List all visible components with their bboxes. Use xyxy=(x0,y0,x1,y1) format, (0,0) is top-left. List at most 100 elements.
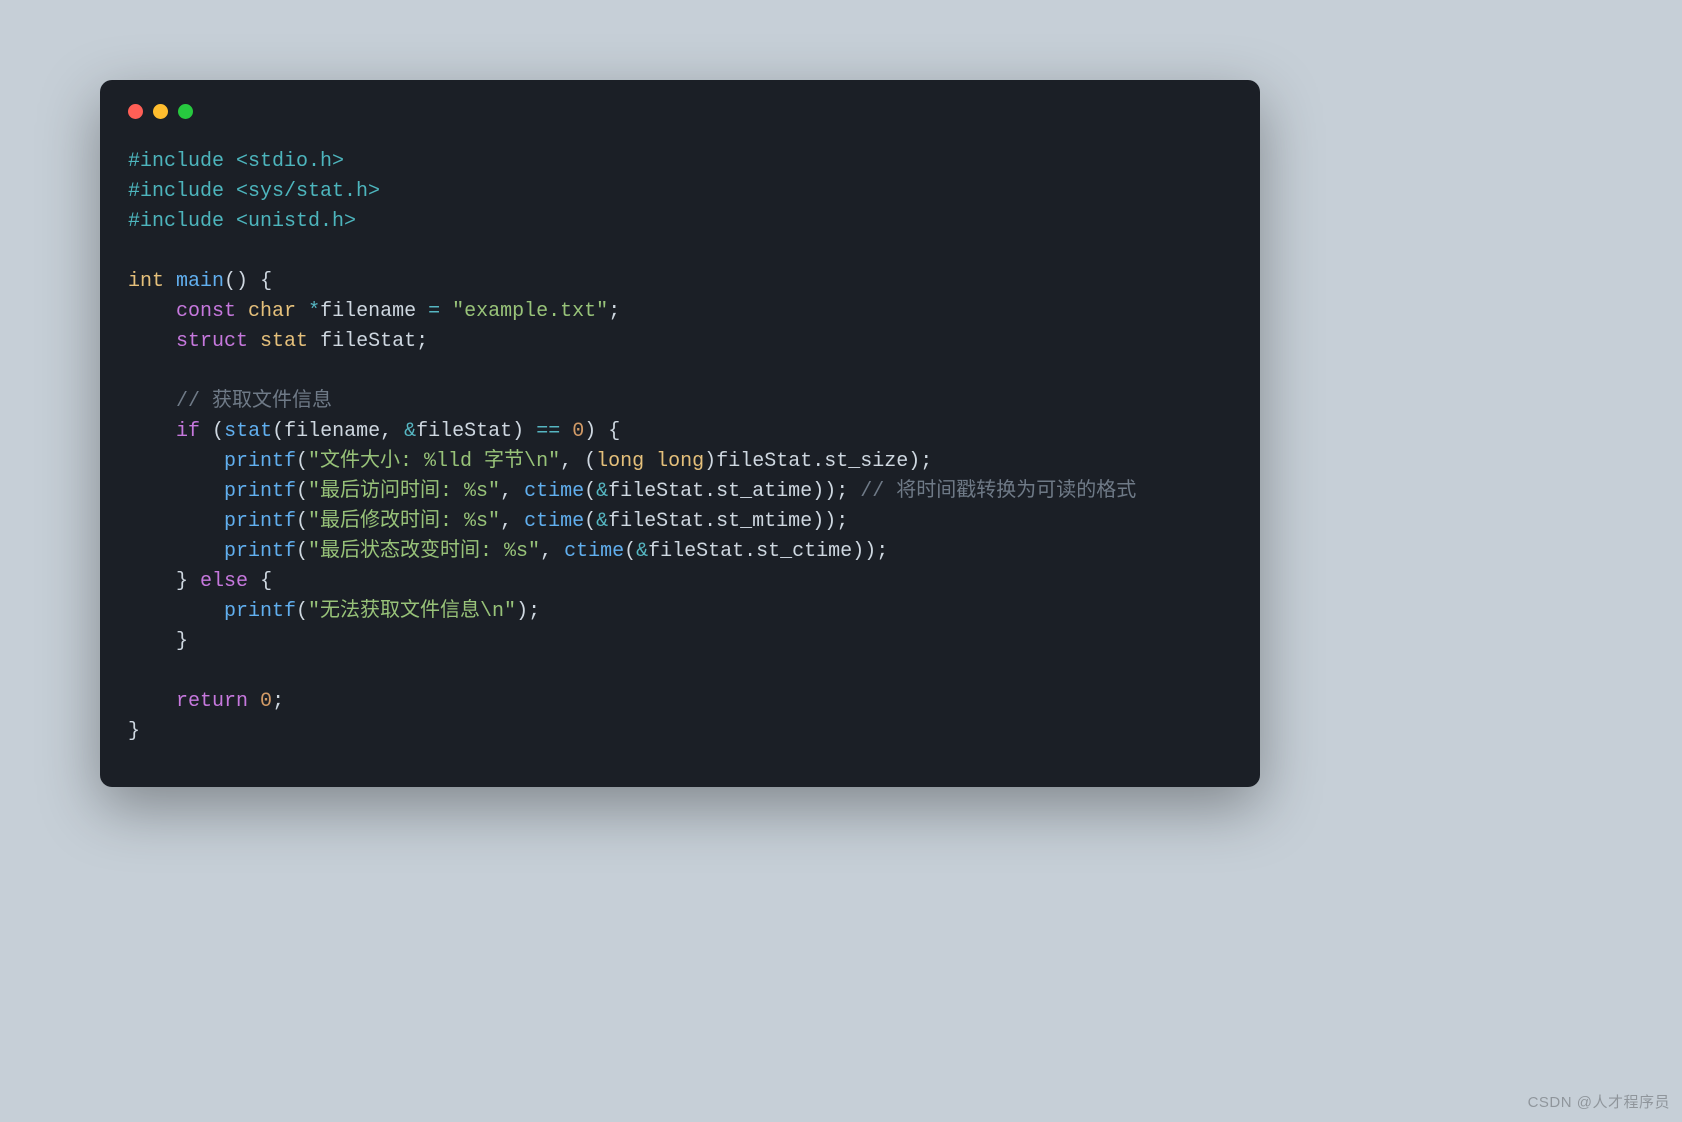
paren: ); xyxy=(516,600,540,623)
paren: ( xyxy=(584,510,596,533)
ident: filename xyxy=(320,300,416,323)
ident: filename xyxy=(284,420,380,443)
op-star: * xyxy=(308,300,320,323)
kw-type: char xyxy=(248,300,296,323)
pp-header: <unistd.h> xyxy=(236,210,356,233)
paren: ( xyxy=(584,480,596,503)
paren: () xyxy=(224,270,248,293)
paren: ( xyxy=(272,420,284,443)
string-literal: "最后状态改变时间: %s" xyxy=(308,540,540,563)
code-block: #include <stdio.h> #include <sys/stat.h>… xyxy=(128,147,1232,747)
op-amp: & xyxy=(596,480,608,503)
op-amp: & xyxy=(636,540,648,563)
comma: , xyxy=(560,450,572,473)
op-amp: & xyxy=(596,510,608,533)
pp-include: #include xyxy=(128,180,224,203)
fn-call: ctime xyxy=(564,540,624,563)
fn-call: printf xyxy=(224,450,296,473)
dot: . xyxy=(744,540,756,563)
brace: { xyxy=(260,570,272,593)
paren: ( xyxy=(296,480,308,503)
kw-else: else xyxy=(200,570,248,593)
number: 0 xyxy=(572,420,584,443)
string-literal: "文件大小: %lld 字节\n" xyxy=(308,450,560,473)
fn-call: printf xyxy=(224,480,296,503)
string-literal: "example.txt" xyxy=(452,300,608,323)
paren: ( xyxy=(212,420,224,443)
fn-call: printf xyxy=(224,510,296,533)
ident: fileStat xyxy=(320,330,416,353)
ident: fileStat xyxy=(648,540,744,563)
paren: ( xyxy=(296,450,308,473)
comment: // 获取文件信息 xyxy=(176,390,332,413)
op-assign: = xyxy=(428,300,440,323)
ident: fileStat xyxy=(608,510,704,533)
minimize-icon[interactable] xyxy=(153,104,168,119)
brace: { xyxy=(260,270,272,293)
paren: ( xyxy=(624,540,636,563)
kw-type: int xyxy=(128,270,164,293)
paren: )); xyxy=(812,480,848,503)
fn-call: ctime xyxy=(524,480,584,503)
paren: )); xyxy=(852,540,888,563)
semicolon: ; xyxy=(416,330,428,353)
string-literal: "无法获取文件信息\n" xyxy=(308,600,516,623)
paren: ( xyxy=(584,450,596,473)
paren: ) xyxy=(704,450,716,473)
zoom-icon[interactable] xyxy=(178,104,193,119)
member: st_mtime xyxy=(716,510,812,533)
string-literal: "最后访问时间: %s" xyxy=(308,480,500,503)
brace: { xyxy=(608,420,620,443)
paren: ) xyxy=(512,420,524,443)
paren: ( xyxy=(296,600,308,623)
comma: , xyxy=(500,510,512,533)
member: st_ctime xyxy=(756,540,852,563)
semicolon: ; xyxy=(608,300,620,323)
kw-return: return xyxy=(176,690,248,713)
kw-type: long xyxy=(656,450,704,473)
paren: ) xyxy=(584,420,596,443)
pp-header: <stdio.h> xyxy=(236,150,344,173)
paren: ( xyxy=(296,510,308,533)
kw-if: if xyxy=(176,420,200,443)
fn-name: main xyxy=(176,270,224,293)
member: st_atime xyxy=(716,480,812,503)
dot: . xyxy=(704,480,716,503)
comma: , xyxy=(500,480,512,503)
watermark-text: CSDN @人才程序员 xyxy=(1528,1091,1670,1112)
pp-header: <sys/stat.h> xyxy=(236,180,380,203)
fn-call: stat xyxy=(224,420,272,443)
op-amp: & xyxy=(404,420,416,443)
brace: } xyxy=(176,570,188,593)
paren: ); xyxy=(908,450,932,473)
type-name: stat xyxy=(260,330,308,353)
fn-call: ctime xyxy=(524,510,584,533)
paren: )); xyxy=(812,510,848,533)
comma: , xyxy=(540,540,552,563)
dot: . xyxy=(704,510,716,533)
pp-include: #include xyxy=(128,150,224,173)
paren: ( xyxy=(296,540,308,563)
ident: fileStat xyxy=(608,480,704,503)
op-eq: == xyxy=(536,420,560,443)
comma: , xyxy=(380,420,392,443)
ident: fileStat xyxy=(716,450,812,473)
brace: } xyxy=(176,630,188,653)
dot: . xyxy=(812,450,824,473)
code-window: #include <stdio.h> #include <sys/stat.h>… xyxy=(100,80,1260,787)
member: st_size xyxy=(824,450,908,473)
pp-include: #include xyxy=(128,210,224,233)
brace: } xyxy=(128,720,140,743)
fn-call: printf xyxy=(224,540,296,563)
number: 0 xyxy=(260,690,272,713)
kw-struct: struct xyxy=(176,330,248,353)
comment: // 将时间戳转换为可读的格式 xyxy=(860,480,1136,503)
string-literal: "最后修改时间: %s" xyxy=(308,510,500,533)
kw-type: long xyxy=(596,450,644,473)
semicolon: ; xyxy=(272,690,284,713)
close-icon[interactable] xyxy=(128,104,143,119)
fn-call: printf xyxy=(224,600,296,623)
window-titlebar xyxy=(128,104,1232,119)
ident: fileStat xyxy=(416,420,512,443)
kw-const: const xyxy=(176,300,236,323)
